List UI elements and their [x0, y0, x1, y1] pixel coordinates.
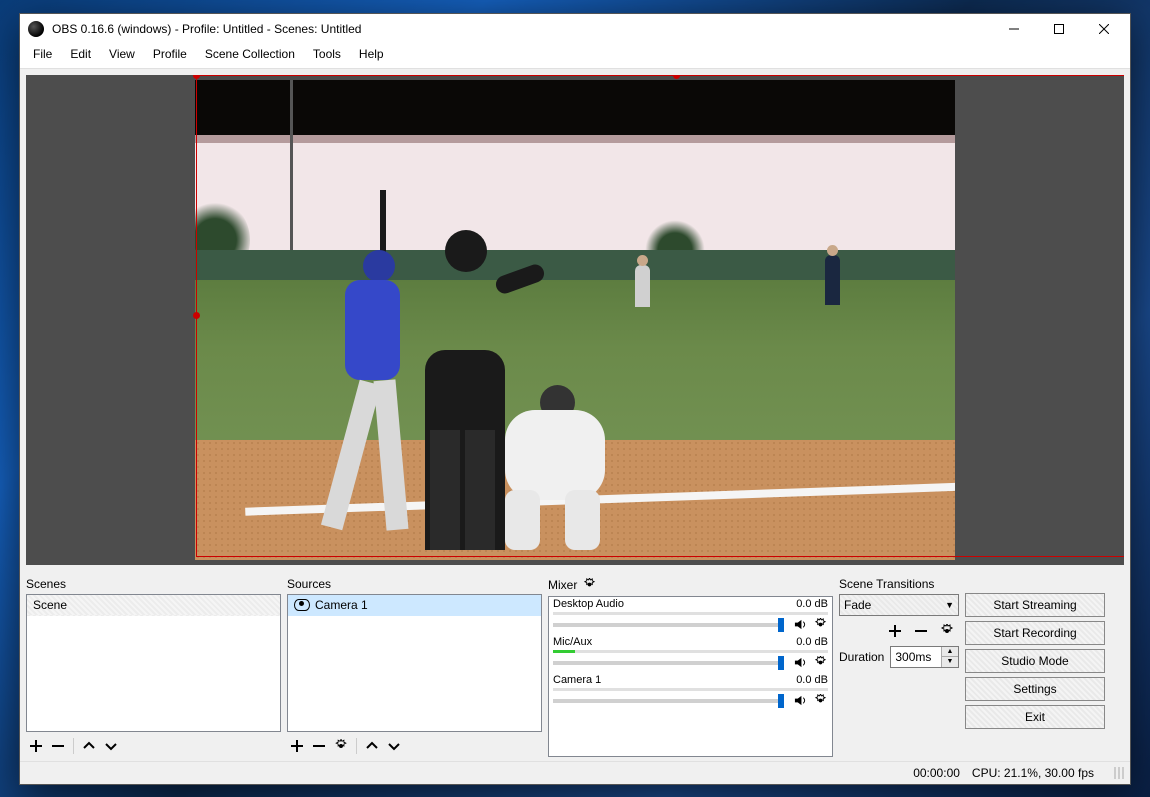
source-properties-button[interactable] [331, 736, 351, 756]
add-scene-button[interactable] [26, 736, 46, 756]
visibility-eye-icon[interactable] [294, 599, 310, 611]
maximize-button[interactable] [1036, 14, 1081, 44]
status-cpu: CPU: 21.1%, 30.00 fps [972, 766, 1094, 780]
scenes-list[interactable]: Scene [26, 594, 281, 732]
channel-gear-icon[interactable] [812, 693, 828, 709]
sources-panel: Sources Camera 1 [287, 575, 542, 757]
separator [73, 738, 74, 754]
remove-scene-button[interactable] [48, 736, 68, 756]
transition-select[interactable]: Fade ▼ [839, 594, 959, 616]
channel-gear-icon[interactable] [812, 617, 828, 633]
mixer-channel-level: 0.0 dB [796, 636, 828, 648]
mixer-channel: Desktop Audio 0.0 dB [549, 597, 832, 635]
menu-help[interactable]: Help [350, 45, 393, 63]
menu-tools[interactable]: Tools [304, 45, 350, 63]
channel-gear-icon[interactable] [812, 655, 828, 671]
spinner-down-button[interactable]: ▼ [942, 657, 958, 667]
volume-slider[interactable] [553, 661, 784, 665]
separator [356, 738, 357, 754]
resize-handle-w[interactable] [193, 312, 200, 319]
menu-view[interactable]: View [100, 45, 144, 63]
add-source-button[interactable] [287, 736, 307, 756]
menu-file[interactable]: File [24, 45, 61, 63]
transition-duration-row: Duration 300ms ▲ ▼ [839, 646, 959, 668]
menu-bar: File Edit View Profile Scene Collection … [20, 44, 1130, 69]
source-item-label: Camera 1 [315, 598, 368, 612]
studio-mode-button[interactable]: Studio Mode [965, 649, 1105, 673]
scenes-toolbar [26, 732, 281, 757]
move-scene-down-button[interactable] [101, 736, 121, 756]
move-source-down-button[interactable] [384, 736, 404, 756]
mixer-channel-name: Camera 1 [553, 674, 601, 686]
move-scene-up-button[interactable] [79, 736, 99, 756]
mixer-channel: Camera 1 0.0 dB [549, 673, 832, 711]
speaker-icon[interactable] [792, 655, 808, 671]
mixer-channel-name: Desktop Audio [553, 598, 624, 610]
audio-meter [553, 650, 828, 653]
volume-slider[interactable] [553, 623, 784, 627]
transition-selected: Fade [844, 598, 871, 612]
menu-profile[interactable]: Profile [144, 45, 196, 63]
menu-edit[interactable]: Edit [61, 45, 100, 63]
audio-meter [553, 688, 828, 691]
transition-properties-button[interactable] [937, 621, 957, 641]
close-button[interactable] [1081, 14, 1126, 44]
transitions-toolbar [839, 616, 959, 646]
preview-canvas[interactable] [26, 75, 1124, 565]
start-recording-button[interactable]: Start Recording [965, 621, 1105, 645]
duration-value: 300ms [895, 650, 931, 664]
app-window: OBS 0.16.6 (windows) - Profile: Untitled… [19, 13, 1131, 785]
transitions-panel: Scene Transitions Fade ▼ Duration 300ms … [839, 575, 959, 757]
mixer-title-label: Mixer [548, 578, 577, 592]
speaker-icon[interactable] [792, 693, 808, 709]
duration-spinner[interactable]: 300ms ▲ ▼ [890, 646, 959, 668]
mixer-list[interactable]: Desktop Audio 0.0 dB Mic/Aux 0.0 dB [548, 596, 833, 757]
mixer-channel-level: 0.0 dB [796, 674, 828, 686]
audio-meter [553, 612, 828, 615]
remove-transition-button[interactable] [911, 621, 931, 641]
mixer-channel-name: Mic/Aux [553, 636, 592, 648]
resize-handle-n[interactable] [673, 75, 680, 79]
status-time: 00:00:00 [913, 766, 960, 780]
title-bar: OBS 0.16.6 (windows) - Profile: Untitled… [20, 14, 1130, 44]
transitions-title: Scene Transitions [839, 575, 959, 594]
dropdown-arrow-icon: ▼ [945, 600, 954, 610]
window-title: OBS 0.16.6 (windows) - Profile: Untitled… [52, 22, 991, 36]
add-transition-button[interactable] [885, 621, 905, 641]
exit-button[interactable]: Exit [965, 705, 1105, 729]
video-source-preview[interactable] [195, 80, 955, 560]
remove-source-button[interactable] [309, 736, 329, 756]
move-source-up-button[interactable] [362, 736, 382, 756]
sources-toolbar [287, 732, 542, 757]
minimize-button[interactable] [991, 14, 1036, 44]
app-logo-icon [28, 21, 44, 37]
resize-handle-nw[interactable] [193, 75, 200, 79]
duration-label: Duration [839, 650, 884, 664]
volume-slider[interactable] [553, 699, 784, 703]
scenes-panel: Scenes Scene [26, 575, 281, 757]
resize-grip-icon[interactable] [1106, 767, 1124, 779]
source-item[interactable]: Camera 1 [288, 595, 541, 616]
mixer-settings-gear-icon[interactable] [581, 577, 597, 593]
mixer-channel: Mic/Aux 0.0 dB [549, 635, 832, 673]
settings-button[interactable]: Settings [965, 677, 1105, 701]
mixer-panel: Mixer Desktop Audio 0.0 dB [548, 575, 833, 757]
menu-scene-collection[interactable]: Scene Collection [196, 45, 304, 63]
bottom-dock: Scenes Scene Sources Camera 1 [20, 571, 1130, 761]
scene-item-label: Scene [33, 598, 67, 612]
status-bar: 00:00:00 CPU: 21.1%, 30.00 fps [20, 761, 1130, 784]
mixer-channel-level: 0.0 dB [796, 598, 828, 610]
scene-item[interactable]: Scene [27, 595, 280, 616]
sources-list[interactable]: Camera 1 [287, 594, 542, 732]
preview-container [20, 69, 1130, 571]
sources-title: Sources [287, 575, 542, 594]
scenes-title: Scenes [26, 575, 281, 594]
speaker-icon[interactable] [792, 617, 808, 633]
spinner-up-button[interactable]: ▲ [942, 647, 958, 658]
controls-panel: Start Streaming Start Recording Studio M… [965, 575, 1105, 757]
start-streaming-button[interactable]: Start Streaming [965, 593, 1105, 617]
mixer-title: Mixer [548, 575, 833, 596]
